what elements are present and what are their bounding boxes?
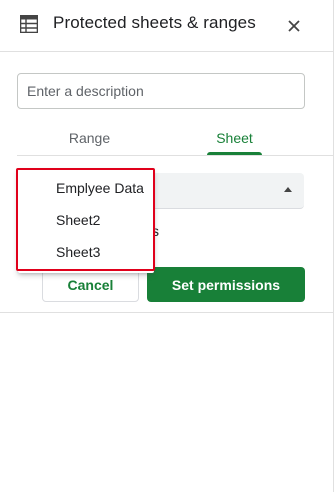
dropdown-option-emplyee-data[interactable]: Emplyee Data: [18, 172, 154, 204]
sheet-grid-icon: [19, 14, 39, 34]
panel-header: Protected sheets & ranges: [0, 0, 333, 52]
dropdown-option-sheet2[interactable]: Sheet2: [18, 204, 154, 236]
panel-title: Protected sheets & ranges: [53, 13, 256, 32]
caret-up-icon[interactable]: [284, 187, 292, 192]
set-permissions-button[interactable]: Set permissions: [147, 267, 305, 302]
divider: [0, 312, 333, 313]
tab-range[interactable]: Range: [17, 120, 162, 156]
panel-border: [333, 0, 334, 492]
close-icon: [288, 20, 300, 32]
range-sheet-tabs: Range Sheet: [17, 120, 333, 156]
sheet-dropdown-menu: Emplyee Data Sheet2 Sheet3: [18, 170, 154, 273]
active-tab-indicator: [207, 152, 262, 155]
description-input[interactable]: [17, 73, 305, 109]
dropdown-option-sheet3[interactable]: Sheet3: [18, 236, 154, 268]
protected-ranges-panel: Protected sheets & ranges Range Sheet s …: [0, 0, 336, 492]
close-button[interactable]: [282, 14, 306, 38]
tab-sheet[interactable]: Sheet: [207, 120, 262, 156]
